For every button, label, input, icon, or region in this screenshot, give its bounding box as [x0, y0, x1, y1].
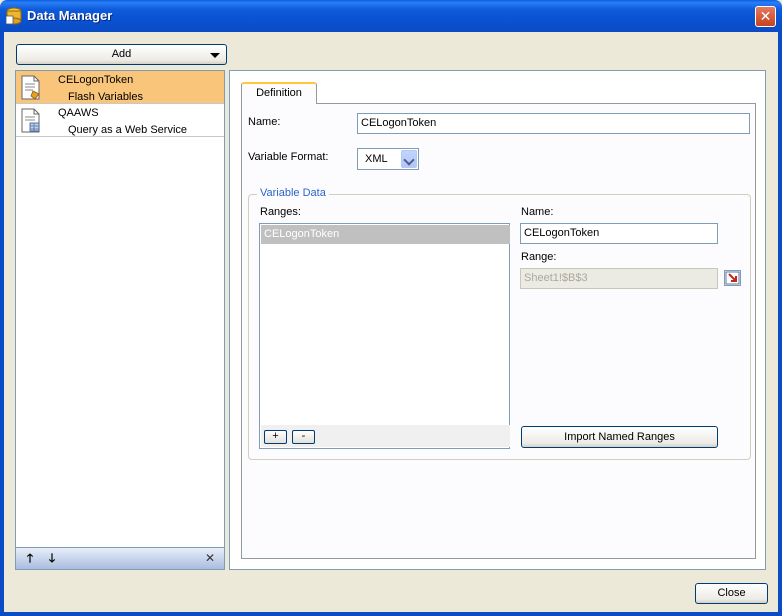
window-border-left: [0, 32, 4, 616]
connection-name-field[interactable]: CELogonToken: [357, 113, 750, 134]
connection-type: Query as a Web Service: [68, 124, 188, 136]
add-connection-button[interactable]: Add: [16, 44, 227, 65]
chevron-down-icon[interactable]: [401, 150, 417, 168]
move-down-icon[interactable]: 🡓: [45, 551, 59, 565]
variable-name-label: Name:: [521, 206, 554, 218]
connection-item-qaaws[interactable]: QAAWS Query as a Web Service: [16, 104, 224, 137]
connection-type: Flash Variables: [68, 91, 143, 103]
window-border-right: [778, 32, 782, 616]
list-item[interactable]: CELogonToken: [261, 225, 510, 244]
window-close-icon[interactable]: ✕: [755, 6, 776, 27]
variable-data-title: Variable Data: [257, 187, 329, 199]
close-button[interactable]: Close: [695, 583, 768, 604]
connection-item-celogontoken[interactable]: CELogonToken Flash Variables: [16, 71, 224, 104]
web-service-icon: [21, 108, 40, 133]
connection-name: CELogonToken: [58, 74, 134, 86]
name-label: Name:: [248, 116, 281, 128]
ranges-label: Ranges:: [260, 206, 301, 218]
select-range-icon: [725, 271, 740, 285]
range-field[interactable]: Sheet1!$B$3: [520, 268, 718, 289]
dropdown-arrow-icon: [210, 53, 220, 58]
variable-format-label: Variable Format:: [248, 151, 329, 163]
variable-name-field[interactable]: CELogonToken: [520, 223, 718, 244]
variable-format-value: XML: [365, 153, 388, 165]
tab-definition[interactable]: Definition: [241, 82, 317, 104]
ranges-list[interactable]: CELogonToken + -: [259, 223, 510, 449]
title-bar: Data Manager ✕: [0, 0, 782, 32]
variable-format-select[interactable]: XML: [357, 148, 419, 170]
range-label: Range:: [521, 251, 557, 263]
delete-connection-icon[interactable]: ✕: [203, 551, 217, 565]
range-picker-button[interactable]: [724, 270, 741, 286]
remove-range-button[interactable]: -: [292, 430, 315, 444]
flash-variables-icon: [21, 75, 40, 100]
add-button-label: Add: [111, 48, 132, 60]
window-border-bottom: [0, 612, 782, 616]
list-footer-toolbar: 🡑 🡓 ✕: [16, 547, 224, 569]
ranges-list-toolbar: + -: [261, 425, 510, 447]
move-up-icon[interactable]: 🡑: [23, 551, 37, 565]
window-title: Data Manager: [27, 8, 113, 23]
data-manager-icon: [6, 7, 22, 25]
import-named-ranges-button[interactable]: Import Named Ranges: [521, 426, 718, 448]
connection-list[interactable]: CELogonToken Flash Variables QAAWS Query…: [15, 70, 225, 570]
add-range-button[interactable]: +: [264, 430, 287, 444]
connection-name: QAAWS: [58, 107, 99, 119]
